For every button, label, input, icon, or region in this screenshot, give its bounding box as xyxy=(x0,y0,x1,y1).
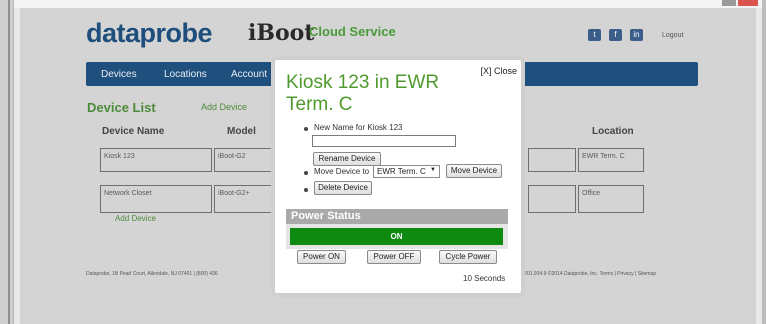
close-window-icon[interactable] xyxy=(738,0,758,6)
device-modal: [X] Close Kiosk 123 in EWR Term. C New N… xyxy=(271,56,525,297)
status-cell xyxy=(528,148,576,172)
twitter-icon[interactable]: t xyxy=(588,29,601,41)
nav-account[interactable]: Account xyxy=(231,69,267,80)
add-device-link-bottom[interactable]: Add Device xyxy=(115,214,156,223)
bullet-icon xyxy=(304,171,308,175)
rename-device-button[interactable]: Rename Device xyxy=(313,152,381,166)
location-select[interactable]: EWR Term. C ▼ xyxy=(373,165,440,178)
status-cell xyxy=(528,185,576,213)
power-status-header: Power Status xyxy=(286,209,508,224)
chevron-down-icon: ▼ xyxy=(430,167,436,173)
new-name-input[interactable] xyxy=(312,135,456,147)
location-select-value: EWR Term. C xyxy=(377,167,426,176)
cycle-duration: 10 Seconds xyxy=(463,274,506,283)
footer-links[interactable]: 1.201.934.9 ©2014 Dataprobe, Inc. Terms … xyxy=(520,271,656,277)
dataprobe-logo[interactable]: dataprobe xyxy=(86,18,213,49)
device-list-title: Device List xyxy=(87,100,156,115)
column-header-device-name: Device Name xyxy=(102,126,165,137)
facebook-icon[interactable]: f xyxy=(609,29,622,41)
footer-address: Dataprobe, 1B Pearl Court, Allendale, NJ… xyxy=(86,271,218,277)
bullet-icon xyxy=(304,127,308,131)
iboot-logo: iBoot xyxy=(248,20,315,46)
column-header-model: Model xyxy=(227,126,256,137)
browser-scrollbar[interactable] xyxy=(762,0,766,324)
model-cell: iBoot-G2 xyxy=(214,148,274,172)
move-device-label: Move Device to xyxy=(314,167,370,176)
browser-left-edge xyxy=(0,0,14,324)
new-name-label: New Name for Kiosk 123 xyxy=(314,123,403,132)
cycle-power-button[interactable]: Cycle Power xyxy=(439,250,497,264)
cloud-service-label: Cloud Service xyxy=(309,24,396,39)
power-on-button[interactable]: Power ON xyxy=(297,250,346,264)
location-cell: EWR Term. C xyxy=(578,148,644,172)
device-name-cell[interactable]: Kiosk 123 xyxy=(100,148,212,172)
power-off-button[interactable]: Power OFF xyxy=(367,250,421,264)
modal-close-button[interactable]: [X] Close xyxy=(480,66,517,76)
linkedin-icon[interactable]: in xyxy=(630,29,643,41)
nav-locations[interactable]: Locations xyxy=(164,69,207,80)
column-header-location: Location xyxy=(592,126,634,137)
nav-devices[interactable]: Devices xyxy=(101,69,137,80)
logout-link[interactable]: Logout xyxy=(662,32,683,39)
add-device-link-top[interactable]: Add Device xyxy=(201,102,247,112)
power-state-indicator: ON xyxy=(290,228,503,245)
minimize-icon[interactable] xyxy=(722,0,736,6)
device-name-cell[interactable]: Network Closet xyxy=(100,185,212,213)
location-cell: Office xyxy=(578,185,644,213)
browser-top-bar xyxy=(0,0,766,8)
move-device-button[interactable]: Move Device xyxy=(446,164,502,178)
modal-title: Kiosk 123 in EWR Term. C xyxy=(286,72,440,115)
model-cell: iBoot-G2+ xyxy=(214,185,274,213)
delete-device-button[interactable]: Delete Device xyxy=(314,181,372,195)
bullet-icon xyxy=(304,188,308,192)
